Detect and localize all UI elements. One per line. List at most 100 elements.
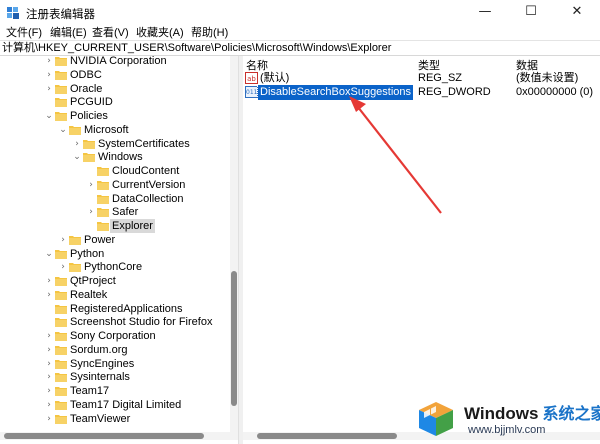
- tree-node-label: NVIDIA Corporation: [70, 56, 167, 67]
- tree-node[interactable]: Explorer: [0, 219, 230, 233]
- tree-node-label: SystemCertificates: [98, 137, 190, 150]
- chevron-right-icon[interactable]: ›: [86, 178, 96, 192]
- tree-node-label: Windows: [98, 151, 143, 164]
- folder-icon: [55, 400, 67, 410]
- value-data: (数值未设置): [516, 72, 579, 84]
- tree-node[interactable]: › QtProject: [0, 274, 230, 288]
- windows-logo-icon: [419, 402, 453, 436]
- tree-node[interactable]: › Sordum.org: [0, 343, 230, 357]
- menu-file[interactable]: 文件(F): [6, 24, 42, 40]
- tree-node-label: Oracle: [70, 82, 103, 95]
- tree-node[interactable]: › Team17 Digital Limited: [0, 398, 230, 412]
- chevron-right-icon[interactable]: ›: [44, 343, 54, 357]
- value-type: REG_SZ: [418, 72, 463, 84]
- chevron-right-icon[interactable]: ›: [44, 370, 54, 384]
- chevron-right-icon[interactable]: ›: [44, 398, 54, 412]
- chevron-down-icon[interactable]: ⌄: [58, 123, 68, 137]
- chevron-right-icon[interactable]: ›: [58, 233, 68, 247]
- tree-vertical-scrollbar[interactable]: [230, 56, 238, 432]
- tree-node[interactable]: CloudContent: [0, 164, 230, 178]
- tree-horizontal-scrollbar[interactable]: [0, 432, 238, 440]
- tree-node[interactable]: › CurrentVersion: [0, 178, 230, 192]
- window-title: 注册表编辑器: [26, 9, 95, 21]
- value-name: (默认): [260, 72, 290, 84]
- folder-icon: [55, 112, 67, 121]
- folder-icon: [69, 263, 81, 273]
- tree-node[interactable]: › Safer: [0, 205, 230, 219]
- address-bar[interactable]: 计算机\HKEY_CURRENT_USER\Software\Policies\…: [0, 40, 600, 56]
- tree-node-label: RegisteredApplications: [70, 302, 183, 315]
- tree-node[interactable]: › PythonCore: [0, 260, 230, 274]
- folder-icon: [55, 387, 67, 396]
- chevron-right-icon[interactable]: ›: [72, 137, 82, 151]
- tree-node[interactable]: DataCollection: [0, 192, 230, 206]
- tree-node-label: Microsoft: [84, 123, 129, 136]
- tree-node-label: Team17: [70, 385, 110, 397]
- chevron-right-icon[interactable]: ›: [44, 288, 54, 302]
- value-data: 0x00000000 (0): [516, 86, 594, 98]
- string-value-icon: ab: [245, 72, 258, 84]
- folder-icon: [55, 277, 67, 286]
- folder-icon: [55, 345, 67, 355]
- tree-node-label: Sysinternals: [70, 371, 130, 384]
- chevron-right-icon[interactable]: ›: [44, 329, 54, 343]
- chevron-down-icon[interactable]: ⌄: [44, 247, 54, 261]
- chevron-right-icon[interactable]: ›: [44, 357, 54, 371]
- tree-node[interactable]: › Team17: [0, 384, 230, 398]
- chevron-right-icon[interactable]: ›: [44, 82, 54, 96]
- tree-node[interactable]: › Power: [0, 233, 230, 247]
- tree-node[interactable]: › SyncEngines: [0, 357, 230, 371]
- folder-icon: [55, 290, 67, 300]
- tree-node[interactable]: ⌄ Microsoft: [0, 123, 230, 137]
- watermark-url: www.bjjmlv.com: [468, 424, 546, 436]
- tree-node[interactable]: › SystemCertificates: [0, 137, 230, 151]
- tree-node-label: Sony Corporation: [70, 330, 156, 342]
- tree-node[interactable]: Screenshot Studio for Firefox: [0, 315, 230, 329]
- chevron-right-icon[interactable]: ›: [44, 412, 54, 426]
- tree-node[interactable]: › Realtek: [0, 288, 230, 302]
- tree-node-label: SyncEngines: [70, 357, 135, 370]
- chevron-right-icon[interactable]: ›: [86, 205, 96, 219]
- menu-favorites[interactable]: 收藏夹(A): [136, 24, 184, 40]
- chevron-right-icon[interactable]: ›: [58, 260, 68, 274]
- folder-icon: [55, 359, 67, 369]
- list-hscroll-thumb[interactable]: [257, 433, 397, 439]
- tree-node[interactable]: ⌄ Python: [0, 247, 230, 261]
- folder-icon: [97, 167, 109, 176]
- chevron-right-icon[interactable]: ›: [44, 68, 54, 82]
- chevron-right-icon[interactable]: ›: [44, 384, 54, 398]
- chevron-down-icon[interactable]: ⌄: [72, 150, 82, 164]
- folder-icon: [55, 84, 67, 94]
- tree-node[interactable]: RegisteredApplications: [0, 302, 230, 316]
- tree-node-label: Safer: [112, 206, 139, 219]
- key-tree[interactable]: › NVIDIA Corporation › ODBC › Oracle PCGUID ⌄ Po…: [0, 56, 238, 436]
- tree-node-label: Team17 Digital Limited: [70, 398, 182, 411]
- annotation-arrow-icon: [349, 96, 442, 214]
- tree-node[interactable]: › ODBC: [0, 68, 230, 82]
- tree-node[interactable]: PCGUID: [0, 95, 230, 109]
- tree-node[interactable]: › Sysinternals: [0, 370, 230, 384]
- folder-icon: [55, 57, 67, 66]
- folder-icon: [69, 125, 81, 135]
- tree-node[interactable]: ⌄ Windows: [0, 150, 230, 164]
- tree-scroll-thumb[interactable]: [231, 271, 237, 406]
- tree-node[interactable]: › Sony Corporation: [0, 329, 230, 343]
- tree-node[interactable]: ⌄ Policies: [0, 109, 230, 123]
- tree-node-label: CurrentVersion: [112, 178, 186, 191]
- tree-hscroll-thumb[interactable]: [4, 433, 204, 439]
- chevron-right-icon[interactable]: ›: [44, 274, 54, 288]
- value-row-default[interactable]: ab (默认) REG_SZ (数值未设置): [243, 71, 600, 86]
- tree-node[interactable]: › Oracle: [0, 82, 230, 96]
- tree-node-label: PCGUID: [70, 96, 113, 109]
- chevron-right-icon[interactable]: ›: [44, 56, 54, 68]
- regedit-app-icon: [7, 7, 19, 19]
- tree-node[interactable]: › NVIDIA Corporation: [0, 56, 230, 68]
- tree-node[interactable]: › TeamViewer: [0, 412, 230, 426]
- tree-node-label: TeamViewer: [70, 412, 131, 425]
- menu-view[interactable]: 查看(V): [92, 24, 129, 40]
- menu-edit[interactable]: 编辑(E): [50, 24, 87, 40]
- chevron-down-icon[interactable]: ⌄: [44, 109, 54, 123]
- tree-node-label: ODBC: [70, 68, 102, 81]
- menu-help[interactable]: 帮助(H): [191, 24, 228, 40]
- tree-node-label: Realtek: [70, 288, 108, 301]
